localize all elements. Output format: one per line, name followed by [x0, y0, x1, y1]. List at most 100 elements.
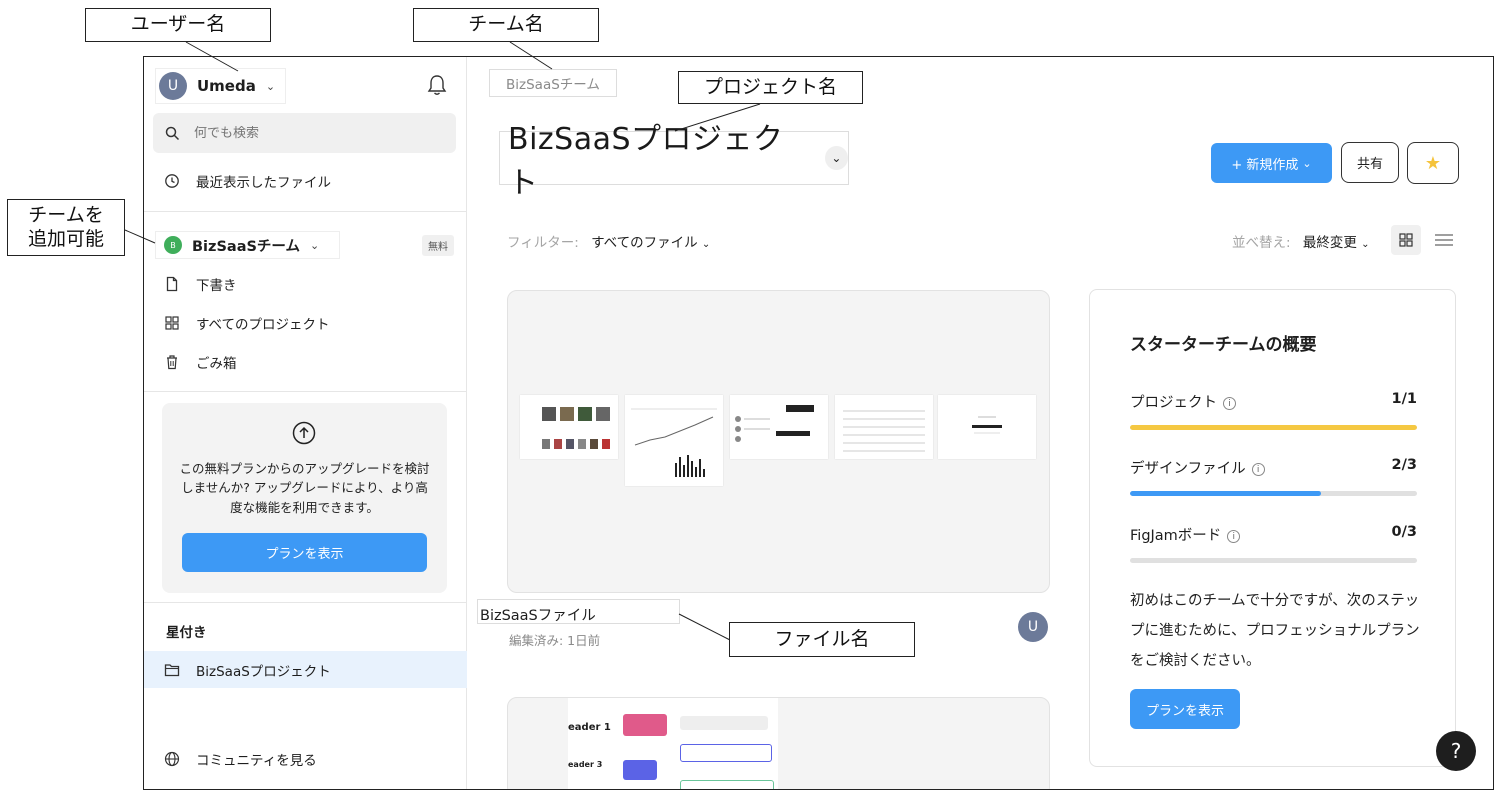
progress-bar — [1130, 425, 1417, 430]
upgrade-card: この無料プランからのアップグレードを検討しませんか? アップグレードにより、より… — [162, 403, 447, 593]
preview-text: eader 3 — [568, 760, 603, 769]
chevron-down-icon: ⌄ — [265, 79, 276, 93]
arrow-up-circle-icon — [292, 421, 316, 445]
star-button[interactable]: ★ — [1407, 142, 1459, 184]
trash-icon — [167, 355, 177, 370]
search-bar[interactable] — [153, 113, 456, 153]
thumbnail-frame — [625, 395, 723, 486]
file-icon — [166, 276, 178, 292]
progress-bar — [1130, 558, 1417, 563]
list-view-toggle[interactable] — [1429, 225, 1459, 255]
starred-project-label: BizSaaSプロジェクト — [196, 663, 331, 680]
thumbnail-frame — [730, 395, 828, 459]
plan-badge: 無料 — [422, 235, 454, 256]
sidebar-item-label: ごみ箱 — [196, 356, 237, 372]
annotation-team-add-line2: 追加可能 — [27, 227, 104, 250]
list-view-icon — [1435, 234, 1453, 246]
overview-row-projects: プロジェクト i 1/1 — [1130, 391, 1417, 412]
filter-dropdown[interactable]: フィルター: すべてのファイル ⌄ — [507, 231, 710, 251]
file-edited-time: 編集済み: 1日前 — [509, 633, 601, 648]
search-icon — [165, 126, 180, 140]
frame-preview — [631, 408, 717, 477]
preview-text: eader 1 — [568, 722, 611, 733]
sidebar-item-drafts[interactable]: 下書き — [164, 274, 237, 294]
main-content: BizSaaSチーム BizSaaSプロジェクト ⌄ + 新規作成 ⌄ 共有 ★… — [467, 57, 1493, 789]
file-thumbnail[interactable] — [507, 290, 1050, 593]
divider — [144, 391, 467, 392]
project-title-menu[interactable]: BizSaaSプロジェクト ⌄ — [499, 122, 849, 201]
sort-label: 並べ替え: — [1232, 235, 1291, 251]
overview-row-design-files: デザインファイル i 2/3 — [1130, 457, 1417, 478]
frame-preview — [542, 407, 610, 449]
page-title: BizSaaSプロジェクト — [508, 122, 784, 201]
frame-preview — [735, 405, 814, 442]
search-input[interactable] — [194, 125, 434, 141]
sidebar-item-label: すべてのプロジェクト — [196, 317, 330, 333]
community-label: コミュニティを見る — [196, 753, 317, 769]
team-avatar: B — [164, 236, 182, 254]
team-name: BizSaaSチーム — [192, 238, 300, 255]
overview-label: デザインファイル — [1130, 461, 1246, 477]
annotation-team-add-line1: チームを — [28, 203, 104, 226]
overview-row-figjam: FigJamボード i 0/3 — [1130, 524, 1417, 545]
file-thumbnail[interactable]: eader 1 eader 3 — [507, 697, 1050, 789]
star-icon: ★ — [1424, 152, 1442, 174]
sidebar-item-label: 下書き — [196, 278, 237, 294]
bell-icon[interactable] — [427, 74, 447, 96]
folder-icon — [164, 663, 180, 676]
overview-label: FigJamボード — [1130, 528, 1222, 544]
sidebar-item-all-projects[interactable]: すべてのプロジェクト — [164, 313, 330, 333]
sidebar: U Umeda ⌄ 最近表示したファイル B BizSaaSチーム — [144, 57, 467, 789]
file-name-box[interactable]: BizSaaSファイル — [477, 599, 680, 624]
preview-card — [623, 760, 657, 780]
sidebar-item-recent[interactable]: 最近表示したファイル — [164, 171, 331, 191]
overview-value: 1/1 — [1391, 391, 1417, 407]
starred-heading: 星付き — [166, 625, 207, 641]
new-button[interactable]: + 新規作成 ⌄ — [1211, 143, 1332, 183]
annotation-team-add: チームを 追加可能 — [7, 199, 125, 256]
divider — [144, 211, 467, 212]
grid-view-toggle[interactable] — [1391, 225, 1421, 255]
sidebar-item-label: 最近表示したファイル — [196, 175, 331, 191]
annotation-file-name: ファイル名 — [729, 622, 915, 657]
thumbnail-frame — [520, 395, 618, 459]
file-owner-avatar: U — [1018, 612, 1048, 642]
share-button[interactable]: 共有 — [1341, 142, 1399, 183]
progress-fill — [1130, 425, 1417, 430]
team-overview-panel: スターターチームの概要 プロジェクト i 1/1 デザインファイル i 2/3 Fi… — [1089, 289, 1456, 767]
chevron-down-icon[interactable]: ⌄ — [824, 146, 848, 170]
grid-view-icon — [1399, 233, 1413, 247]
upgrade-text: この無料プランからのアップグレードを検討しませんか? アップグレードにより、より… — [179, 461, 430, 515]
overview-value: 2/3 — [1391, 457, 1417, 473]
team-breadcrumb[interactable]: BizSaaSチーム — [489, 69, 617, 97]
sidebar-item-trash[interactable]: ごみ箱 — [164, 352, 237, 372]
info-icon[interactable]: i — [1251, 463, 1265, 476]
frame-preview — [843, 410, 925, 452]
globe-icon — [164, 751, 180, 767]
view-plans-button[interactable]: プランを表示 — [182, 533, 427, 572]
user-menu[interactable]: U Umeda ⌄ — [155, 68, 287, 104]
preview-field — [680, 716, 768, 730]
help-button[interactable]: ? — [1436, 731, 1476, 771]
file-name: BizSaaSファイル — [480, 608, 596, 624]
team-menu[interactable]: B BizSaaSチーム ⌄ — [155, 231, 340, 259]
user-name: Umeda — [197, 77, 256, 95]
filter-value: すべてのファイル — [591, 235, 698, 251]
frame-preview — [972, 416, 1002, 434]
progress-bar — [1130, 491, 1417, 496]
starred-project-item[interactable]: BizSaaSプロジェクト — [144, 651, 467, 688]
preview-field — [680, 744, 772, 762]
user-avatar: U — [159, 72, 187, 100]
chevron-down-icon: ⌄ — [1361, 239, 1370, 250]
info-icon[interactable]: i — [1227, 530, 1241, 543]
progress-fill — [1130, 491, 1322, 496]
divider — [144, 602, 467, 603]
sort-dropdown[interactable]: 並べ替え: 最終変更 ⌄ — [1232, 231, 1370, 251]
annotation-project-name: プロジェクト名 — [678, 71, 863, 104]
community-link[interactable]: コミュニティを見る — [164, 749, 317, 769]
overview-label: プロジェクト — [1130, 395, 1217, 411]
view-plans-button[interactable]: プランを表示 — [1130, 689, 1240, 729]
overview-value: 0/3 — [1391, 524, 1417, 540]
annotation-team-name: チーム名 — [413, 8, 599, 42]
info-icon[interactable]: i — [1223, 397, 1236, 410]
